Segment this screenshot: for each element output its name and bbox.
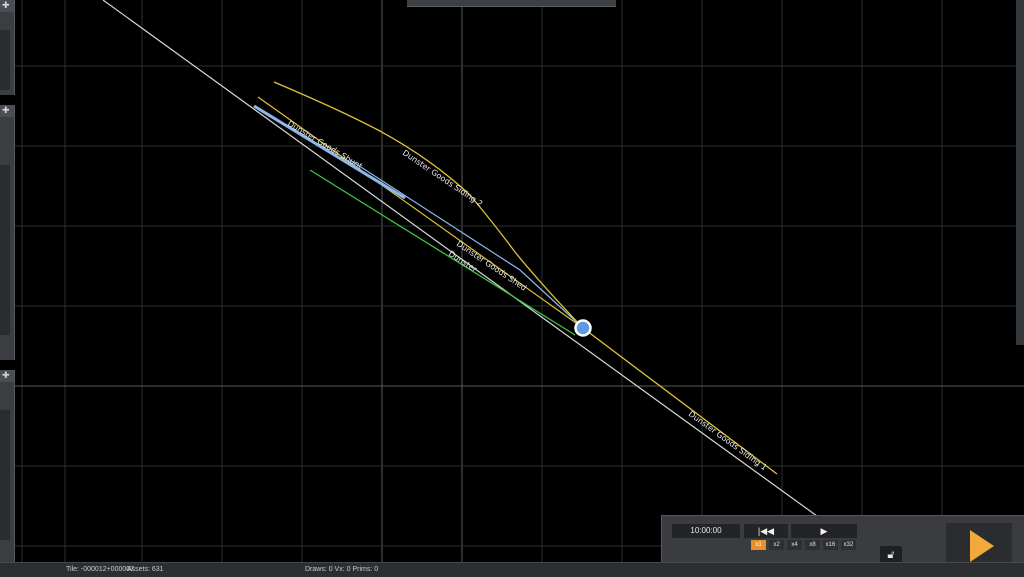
status-bar: Tile: -000012+000007 Assets: 631 Draws: … <box>0 562 1024 577</box>
start-play-button[interactable] <box>946 523 1012 567</box>
status-draws: Draws: 0 Vx: 0 Prims: 0 <box>305 566 379 573</box>
pin-icon[interactable]: ✚ <box>0 105 14 117</box>
track-dunster-platform[interactable] <box>309 169 576 336</box>
speed-button-x4[interactable]: x4 <box>787 540 802 550</box>
play-button[interactable]: ▶ <box>791 524 857 538</box>
left-panel-1-content <box>0 30 10 90</box>
status-tile: Tile: -000012+000007 <box>66 566 135 573</box>
time-controls: 10:00:00 |◀◀ ▶ x1 x2 x4 x8 x16 x32 <box>661 515 871 563</box>
start-play-icon <box>970 530 994 562</box>
left-panel-3[interactable]: ✚ <box>0 370 15 562</box>
left-panel-1[interactable]: ✚ <box>0 0 15 95</box>
map-grid <box>0 0 1024 576</box>
pin-icon[interactable]: ✚ <box>0 370 14 382</box>
time-display[interactable]: 10:00:00 <box>672 524 740 538</box>
left-panel-2[interactable]: ✚ <box>0 105 15 360</box>
track-goods-siding-2[interactable] <box>273 81 584 329</box>
status-assets: Assets: 631 <box>127 566 164 573</box>
play-icon: ▶ <box>820 526 828 536</box>
label-goods-shunt: Dunster Goods Shunt <box>286 119 364 171</box>
junction-node[interactable] <box>574 319 592 337</box>
pin-icon[interactable]: ✚ <box>0 0 14 12</box>
left-panel-2-content <box>0 165 10 335</box>
track-mainline[interactable] <box>102 0 901 576</box>
top-panel-tab[interactable] <box>407 0 616 7</box>
skip-back-icon: |◀◀ <box>757 526 775 536</box>
speed-button-x32[interactable]: x32 <box>841 540 856 550</box>
label-goods-siding-2: Dunster Goods Siding 2 <box>401 148 484 208</box>
speed-button-x1[interactable]: x1 <box>751 540 766 550</box>
right-panel-edge <box>1016 0 1024 345</box>
left-panel-3-content <box>0 410 10 540</box>
speed-button-x2[interactable]: x2 <box>769 540 784 550</box>
speed-button-x8[interactable]: x8 <box>805 540 820 550</box>
label-goods-siding-1: Dunster Goods Siding 1 <box>687 409 769 472</box>
rewind-button[interactable]: |◀◀ <box>744 524 788 538</box>
map-canvas[interactable]: Dunster Goods Shunt Dunster Goods Siding… <box>0 0 1024 576</box>
speed-button-x16[interactable]: x16 <box>823 540 838 550</box>
